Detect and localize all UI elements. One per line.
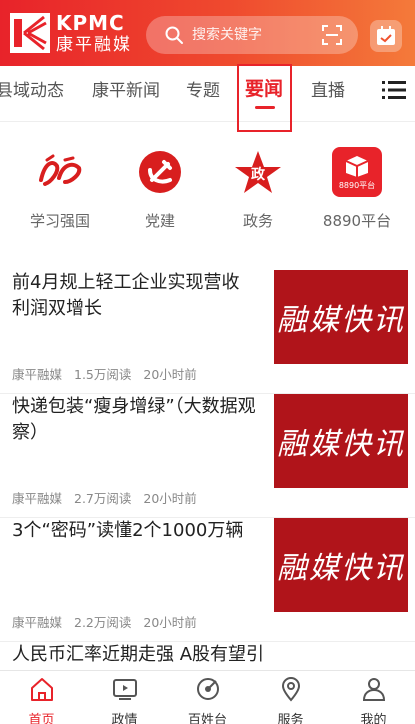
- tab-live[interactable]: 直播: [311, 76, 345, 101]
- news-reads: 2.7万阅读: [74, 491, 132, 506]
- nav-label: 百姓台: [187, 713, 227, 724]
- platform-badge-text: 8890平台: [338, 180, 376, 190]
- news-reads: 1.5万阅读: [74, 367, 132, 382]
- quick-link-party[interactable]: 党建: [110, 146, 210, 231]
- news-item[interactable]: 前4月规上轻工企业实现营收利润双增长 康平融媒 1.5万阅读 20小时前 融媒快…: [0, 270, 415, 394]
- location-icon: [281, 677, 300, 702]
- nav-people[interactable]: 百姓台: [166, 675, 249, 724]
- news-title: 快递包装“瘦身增绿”（大数据观察）: [12, 396, 256, 443]
- nav-profile[interactable]: 我的: [332, 675, 415, 724]
- news-thumbnail: 融媒快讯: [274, 518, 408, 612]
- search-bar[interactable]: [146, 16, 358, 54]
- active-tab-indicator: [255, 106, 275, 109]
- news-source: 康平融媒: [12, 491, 63, 506]
- news-thumbnail: 融媒快讯: [274, 270, 408, 364]
- news-meta: 康平融媒 2.2万阅读 20小时前: [12, 612, 205, 631]
- news-time: 20小时前: [143, 615, 197, 630]
- nav-label: 政情: [111, 713, 138, 724]
- scan-icon[interactable]: [322, 25, 342, 45]
- search-input[interactable]: [192, 27, 312, 43]
- news-thumbnail: 融媒快讯: [274, 394, 408, 488]
- nav-label: 首页: [28, 713, 55, 724]
- active-tab-highlight: [237, 64, 292, 132]
- calendar-icon: [377, 26, 395, 45]
- quick-links: 学习强国 党建 政 政务 8890平台 8890平台: [0, 146, 415, 236]
- news-meta: 康平融媒 2.7万阅读 20小时前: [12, 488, 205, 507]
- logo-cn-text: 康平融媒: [56, 34, 132, 55]
- quick-link-xuexi[interactable]: 学习强国: [10, 146, 110, 231]
- tab-special[interactable]: 专题: [186, 76, 220, 101]
- tab-kangping-news[interactable]: 康平新闻: [92, 76, 160, 101]
- party-emblem-icon: [134, 146, 186, 198]
- search-icon: [165, 26, 183, 44]
- app-logo: KPMC 康平融媒: [10, 10, 132, 56]
- quick-link-label: 政务: [242, 212, 273, 230]
- broadcast-icon: [196, 678, 219, 700]
- news-item[interactable]: 人民币汇率近期走强 A股有望引来更多外资“活水”: [0, 642, 415, 670]
- news-item[interactable]: 3个“密码”读懂2个1000万辆 康平融媒 2.2万阅读 20小时前 融媒快讯: [0, 518, 415, 642]
- nav-label: 我的: [360, 713, 387, 724]
- news-source: 康平融媒: [12, 367, 63, 382]
- channel-tabs: 县域动态 康平新闻 专题 要闻 直播: [0, 66, 415, 122]
- logo-mark-icon: [10, 13, 50, 53]
- news-title: 人民币汇率近期走强 A股有望引来更多外资“活水”: [12, 644, 265, 665]
- logo-en-text: KPMC: [56, 10, 125, 35]
- home-icon: [30, 678, 53, 701]
- news-title: 前4月规上轻工企业实现营收利润双增长: [12, 272, 240, 319]
- quick-link-8890[interactable]: 8890平台 8890平台: [307, 146, 407, 231]
- news-meta: 康平融媒 1.5万阅读 20小时前: [12, 364, 205, 383]
- government-star-icon: 政: [232, 146, 284, 198]
- bottom-nav: 首页 政情 百姓台 服务 我的: [0, 670, 415, 724]
- quick-link-label: 党建: [144, 212, 175, 230]
- svg-text:政: 政: [251, 166, 266, 183]
- news-time: 20小时前: [143, 491, 197, 506]
- checkin-button[interactable]: [370, 20, 402, 52]
- tab-county-news[interactable]: 县域动态: [0, 76, 64, 101]
- platform-box-icon: 8890平台: [331, 146, 383, 198]
- news-reads: 2.2万阅读: [74, 615, 132, 630]
- news-source: 康平融媒: [12, 615, 63, 630]
- news-time: 20小时前: [143, 367, 197, 382]
- app-header: KPMC 康平融媒: [0, 0, 415, 66]
- nav-home[interactable]: 首页: [0, 675, 83, 724]
- xuexi-icon: [34, 146, 86, 198]
- nav-politics[interactable]: 政情: [83, 675, 166, 724]
- quick-link-label: 8890平台: [322, 212, 392, 230]
- tv-icon: [112, 679, 137, 700]
- quick-link-government[interactable]: 政 政务: [208, 146, 308, 231]
- nav-label: 服务: [277, 713, 304, 724]
- news-item[interactable]: 快递包装“瘦身增绿”（大数据观察） 康平融媒 2.7万阅读 20小时前 融媒快讯: [0, 394, 415, 518]
- quick-link-label: 学习强国: [29, 212, 90, 230]
- user-icon: [362, 678, 385, 701]
- nav-service[interactable]: 服务: [249, 675, 332, 724]
- news-title: 3个“密码”读懂2个1000万辆: [12, 520, 244, 541]
- menu-icon[interactable]: [382, 80, 406, 100]
